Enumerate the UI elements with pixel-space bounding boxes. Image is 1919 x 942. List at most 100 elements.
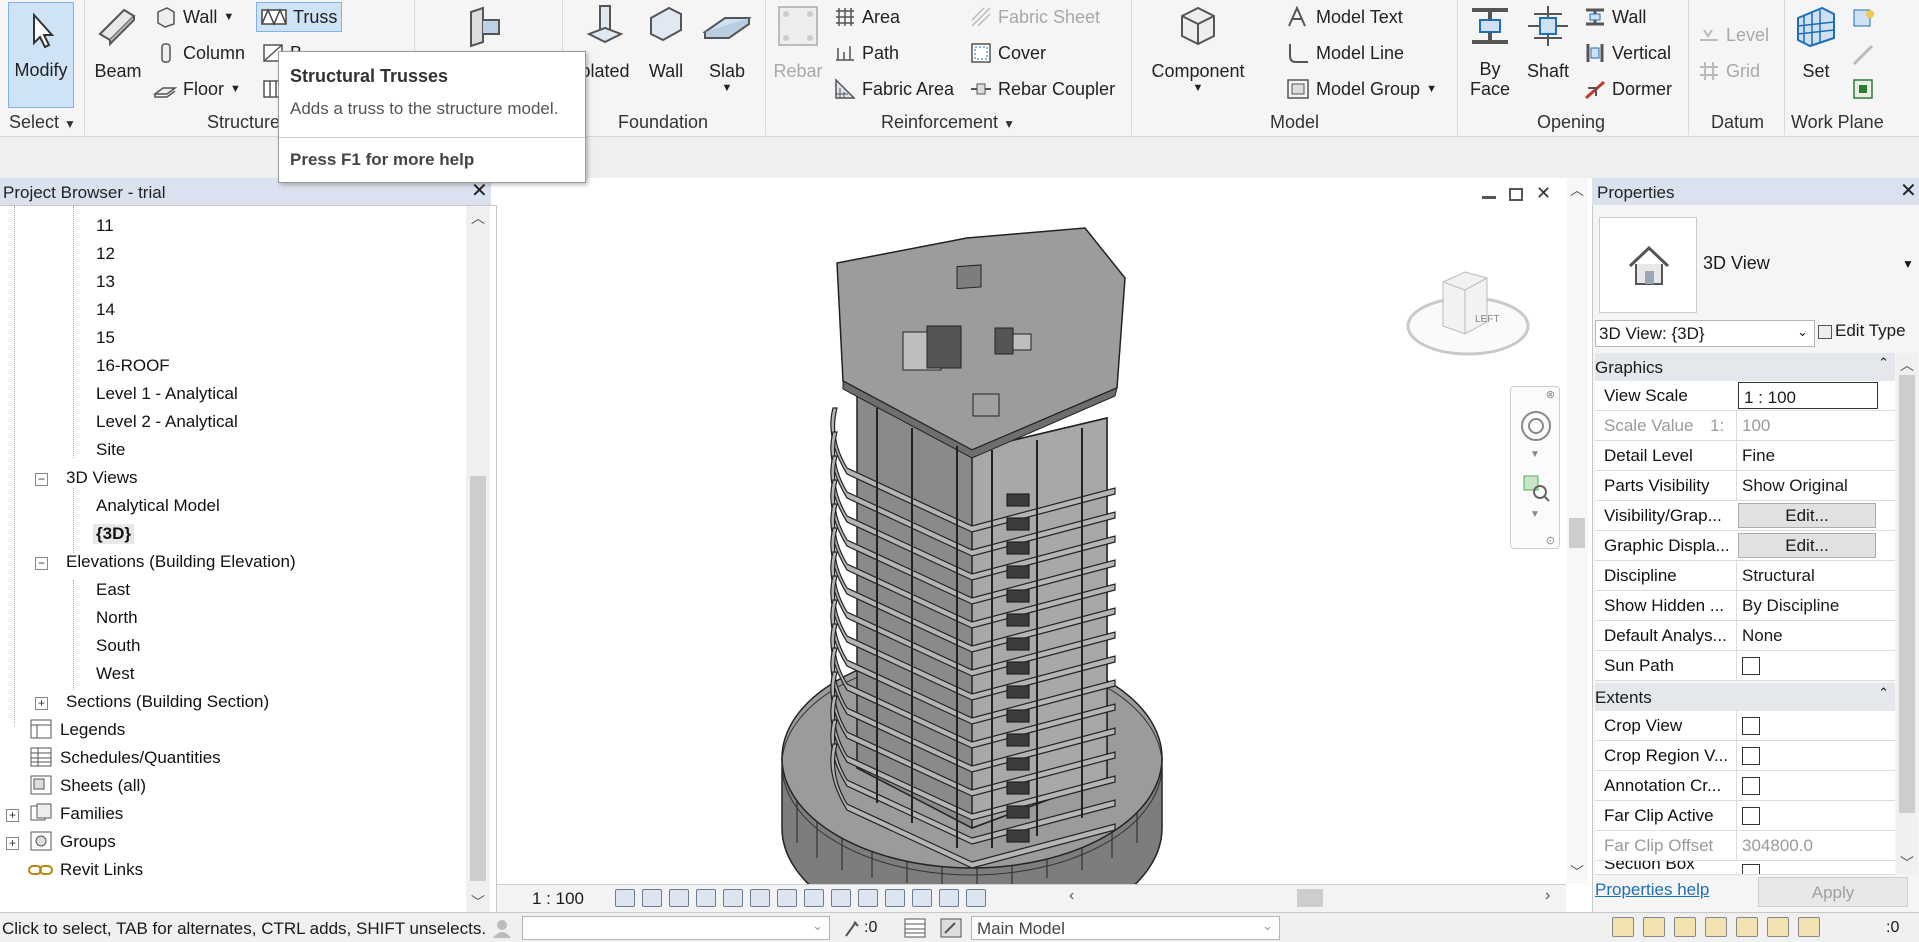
reveal-hidden-icon[interactable] bbox=[858, 889, 878, 907]
tree-item-level[interactable]: 12 bbox=[96, 244, 115, 264]
sun-path-icon[interactable] bbox=[669, 889, 689, 907]
expand-icon[interactable]: + bbox=[35, 697, 48, 710]
rebar-button[interactable]: Rebar bbox=[772, 4, 824, 82]
crop-region-checkbox[interactable] bbox=[1742, 747, 1760, 765]
constraints-icon[interactable] bbox=[966, 889, 986, 907]
level-button[interactable]: Level bbox=[1698, 24, 1769, 46]
select-links-icon[interactable] bbox=[1612, 917, 1634, 937]
background-process-icon[interactable] bbox=[1767, 917, 1789, 937]
view-scrollbar[interactable]: ︿ ﹀ bbox=[1566, 178, 1588, 884]
model-line-button[interactable]: Model Line bbox=[1286, 42, 1404, 64]
scroll-down-icon[interactable]: ﹀ bbox=[1570, 862, 1584, 882]
beam-button[interactable]: Beam bbox=[92, 4, 144, 82]
tree-item-level[interactable]: 15 bbox=[96, 328, 115, 348]
default-analysis-value[interactable]: None bbox=[1736, 621, 1895, 650]
select-panel-label[interactable]: Select ▼ bbox=[9, 112, 76, 133]
view-minimize-icon[interactable] bbox=[1482, 196, 1496, 199]
view-close-icon[interactable]: ✕ bbox=[1536, 183, 1551, 204]
drag-elements-icon[interactable] bbox=[1736, 917, 1758, 937]
temp-hide-icon[interactable] bbox=[831, 889, 851, 907]
annotation-crop-checkbox[interactable] bbox=[1742, 777, 1760, 795]
wall-foundation-button[interactable]: Wall bbox=[645, 4, 687, 82]
editable-only-icon[interactable] bbox=[842, 918, 862, 938]
tree-item-level[interactable]: Site bbox=[96, 440, 125, 460]
tree-item-elevation[interactable]: West bbox=[96, 664, 134, 684]
floor-button[interactable]: Floor ▼ bbox=[153, 78, 241, 100]
show-hidden-value[interactable]: By Discipline bbox=[1736, 591, 1895, 620]
shadows-icon[interactable] bbox=[696, 889, 716, 907]
viewcube[interactable] bbox=[1403, 260, 1533, 370]
model-group-button[interactable]: Model Group ▼ bbox=[1286, 78, 1437, 100]
browser-scrollbar[interactable]: ︿ ﹀ bbox=[466, 206, 490, 913]
modify-button[interactable]: Modify bbox=[8, 2, 74, 108]
tree-node-legends[interactable]: Legends bbox=[60, 720, 125, 740]
expand-icon[interactable]: + bbox=[6, 837, 19, 850]
scroll-thumb[interactable] bbox=[1569, 518, 1585, 548]
analytical-model-icon[interactable] bbox=[912, 889, 932, 907]
tree-node-elevations[interactable]: Elevations (Building Elevation) bbox=[66, 552, 296, 572]
workset-combo[interactable]: ⌄ bbox=[522, 916, 830, 940]
set-workplane-button[interactable]: Set bbox=[1790, 4, 1842, 82]
temp-view-props-icon[interactable] bbox=[885, 889, 905, 907]
steering-wheel-icon[interactable] bbox=[1519, 409, 1553, 443]
wall-opening-button[interactable]: Wall bbox=[1584, 6, 1646, 28]
vertical-opening-button[interactable]: Vertical bbox=[1584, 42, 1671, 64]
section-box-checkbox[interactable] bbox=[1742, 864, 1760, 874]
worksharing-icon[interactable] bbox=[490, 918, 514, 938]
scroll-down-icon[interactable]: ﹀ bbox=[1900, 853, 1914, 873]
far-clip-active-checkbox[interactable] bbox=[1742, 807, 1760, 825]
tree-node-sheets[interactable]: Sheets (all) bbox=[60, 776, 146, 796]
component-button[interactable]: Component ▼ bbox=[1148, 4, 1248, 94]
tree-item-level[interactable]: 11 bbox=[96, 216, 114, 236]
show-workplane-button[interactable] bbox=[1852, 8, 1876, 30]
select-underlay-icon[interactable] bbox=[1643, 917, 1665, 937]
graphics-group-header[interactable]: Graphics ⌃ bbox=[1595, 353, 1895, 381]
highlight-displacement-icon[interactable] bbox=[939, 889, 959, 907]
tree-item-level[interactable]: 16-ROOF bbox=[96, 356, 170, 376]
rebar-coupler-button[interactable]: Rebar Coupler bbox=[970, 78, 1115, 100]
unlock-view-icon[interactable] bbox=[804, 889, 824, 907]
ref-plane-button[interactable] bbox=[1852, 44, 1876, 66]
rendering-icon[interactable] bbox=[723, 889, 743, 907]
design-option-combo[interactable]: Main Model ⌄ bbox=[971, 916, 1280, 940]
fabric-sheet-button[interactable]: Fabric Sheet bbox=[970, 6, 1100, 28]
view-scale-button[interactable]: 1 : 100 bbox=[532, 889, 584, 909]
detail-level-icon[interactable] bbox=[615, 889, 635, 907]
visual-style-icon[interactable] bbox=[642, 889, 662, 907]
3d-view-canvas[interactable]: ✕ LEFT ⊗ ▼ ▼ ⊙ ︿ ﹀ 1: 100 ‹ › bbox=[497, 178, 1590, 912]
scroll-thumb[interactable] bbox=[470, 476, 486, 881]
scroll-up-icon[interactable]: ︿ bbox=[1900, 355, 1914, 375]
zoom-region-icon[interactable] bbox=[1521, 473, 1551, 503]
connection-button[interactable] bbox=[463, 6, 507, 55]
chevron-down-icon[interactable]: ▼ bbox=[1902, 257, 1914, 271]
crop-view-icon[interactable] bbox=[750, 889, 770, 907]
close-navbar-icon[interactable]: ⊗ bbox=[1546, 388, 1555, 401]
graphic-display-edit-button[interactable]: Edit... bbox=[1738, 533, 1876, 558]
sun-path-checkbox[interactable] bbox=[1742, 657, 1760, 675]
properties-help-link[interactable]: Properties help bbox=[1595, 880, 1709, 900]
dormer-button[interactable]: Dormer bbox=[1584, 78, 1672, 100]
navbar-options-icon[interactable]: ⊙ bbox=[1546, 534, 1555, 547]
tree-item-3d-view-active[interactable]: {3D} bbox=[93, 524, 134, 544]
instance-selector[interactable]: 3D View: {3D} ⌄ bbox=[1595, 320, 1815, 347]
grid-button[interactable]: Grid bbox=[1698, 60, 1760, 82]
scroll-down-icon[interactable]: ﹀ bbox=[471, 892, 485, 912]
h-scroll-thumb[interactable] bbox=[1297, 889, 1323, 907]
scroll-right-icon[interactable]: › bbox=[1545, 887, 1550, 905]
truss-button[interactable]: Truss bbox=[256, 2, 343, 32]
tree-item-3d-view[interactable]: Analytical Model bbox=[96, 496, 220, 516]
viewer-button[interactable] bbox=[1852, 78, 1876, 100]
scroll-left-icon[interactable]: ‹ bbox=[1069, 887, 1074, 905]
scroll-up-icon[interactable]: ︿ bbox=[471, 208, 485, 228]
collapse-icon[interactable]: − bbox=[35, 557, 48, 570]
show-crop-icon[interactable] bbox=[777, 889, 797, 907]
tree-item-elevation[interactable]: South bbox=[96, 636, 140, 656]
extents-group-header[interactable]: Extents ⌃ bbox=[1595, 683, 1895, 711]
slab-foundation-button[interactable]: Slab ▼ bbox=[701, 4, 753, 94]
filter-icon[interactable] bbox=[1798, 917, 1820, 937]
shaft-button[interactable]: Shaft bbox=[1520, 4, 1576, 82]
scroll-thumb[interactable] bbox=[1899, 375, 1915, 813]
fabric-area-button[interactable]: Fabric Area bbox=[834, 78, 954, 100]
detail-level-value[interactable]: Fine bbox=[1736, 441, 1895, 470]
tree-item-level[interactable]: 14 bbox=[96, 300, 115, 320]
